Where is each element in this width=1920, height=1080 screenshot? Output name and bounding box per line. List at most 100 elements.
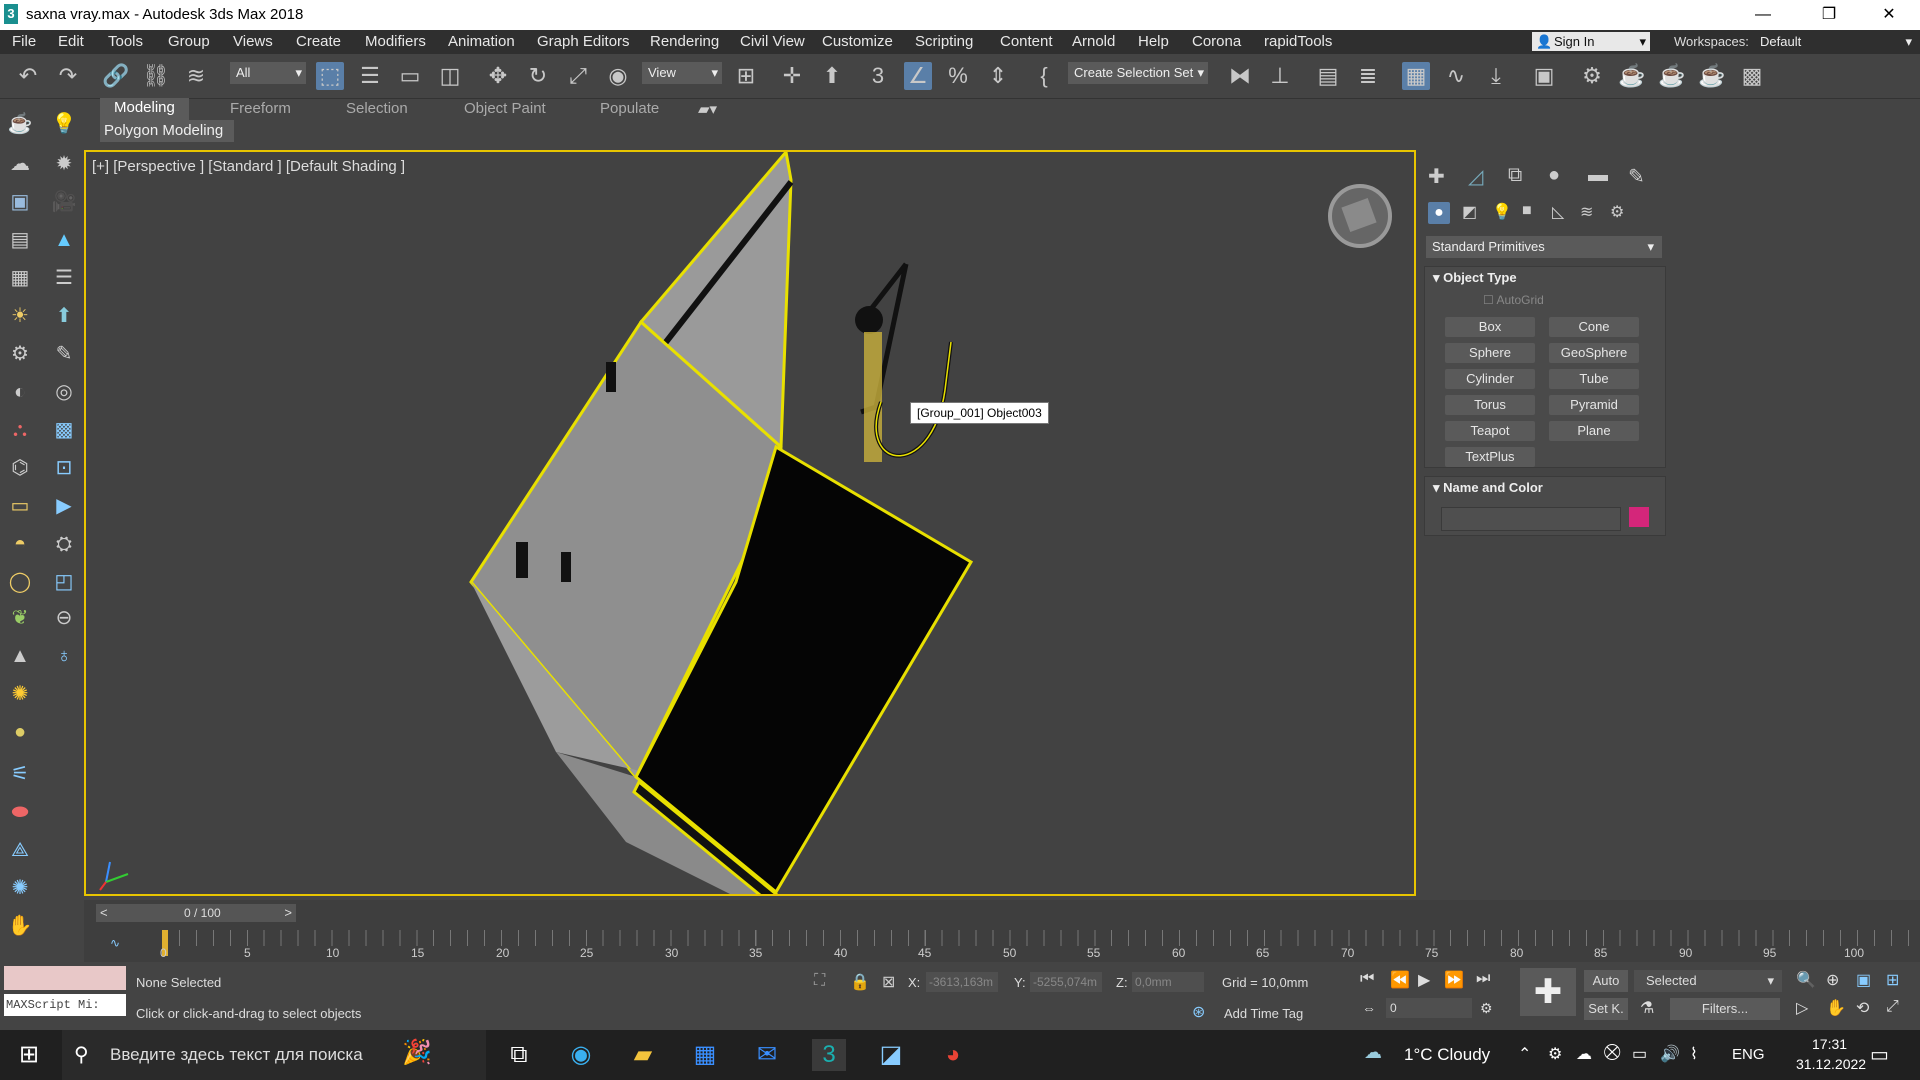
app-icon-blue[interactable]: ◪ (874, 1039, 908, 1071)
menu-tools[interactable]: Tools (108, 33, 143, 50)
plant-icon[interactable]: ❦ (6, 604, 34, 632)
tab-object-paint[interactable]: Object Paint (464, 100, 546, 117)
tube-button[interactable]: Tube (1549, 369, 1639, 389)
window-icon[interactable]: ▭ (6, 492, 34, 520)
sun-icon[interactable]: ✹ (50, 150, 78, 178)
curve-toggle-icon[interactable]: ∿ (110, 936, 120, 950)
sign-in-dropdown[interactable]: 👤 Sign In ▾ (1532, 32, 1650, 51)
rendered-frame-window-icon[interactable]: ☕ (1618, 62, 1646, 90)
teapot-icon[interactable]: ☕ (6, 110, 34, 138)
clock-date[interactable]: 31.12.2022 (1796, 1056, 1866, 1072)
image-icon[interactable]: ▣ (6, 188, 34, 216)
modify-tab-icon[interactable]: ◿ (1468, 164, 1483, 189)
cone-icon[interactable]: ▲ (6, 642, 34, 670)
render-iterative-icon[interactable]: ☕ (1698, 62, 1726, 90)
render-setup-icon[interactable]: ⚙ (1578, 62, 1606, 90)
task-view-icon[interactable]: ⧉ (502, 1039, 536, 1071)
pivot-center-icon[interactable]: ⊞ (732, 62, 760, 90)
selection-filter-dropdown[interactable]: All ▾ (230, 62, 306, 84)
scale-icon[interactable]: ⤢ (564, 62, 592, 90)
table-icon[interactable]: ▦ (6, 264, 34, 292)
auto-key-button[interactable]: Auto (1584, 970, 1628, 992)
language-indicator[interactable]: ENG (1732, 1046, 1765, 1063)
angle-snap-icon[interactable]: ∠ (904, 62, 932, 90)
lock-icon[interactable]: 🔒 (850, 972, 870, 992)
motion-tab-icon[interactable]: ● (1548, 164, 1560, 187)
schematic-view-icon[interactable]: ⤓ (1482, 62, 1510, 90)
tray-cloud-icon[interactable]: ☁ (1576, 1044, 1592, 1064)
menu-arnold[interactable]: Arnold (1072, 33, 1115, 50)
pyramid-button[interactable]: Pyramid (1549, 395, 1639, 415)
menu-file[interactable]: File (12, 33, 36, 50)
spinner-snap-icon[interactable]: ⇕ (984, 62, 1012, 90)
mirror-icon[interactable]: ⧓ (1226, 62, 1254, 90)
tab-populate[interactable]: Populate (600, 100, 659, 117)
zoom-extents-all-icon[interactable]: ⊞ (1886, 970, 1899, 990)
absolute-mode-icon[interactable]: ⊠ (882, 972, 895, 992)
key-filters-icon[interactable]: ⚗ (1640, 998, 1654, 1018)
weather-text[interactable]: 1°C Cloudy (1404, 1045, 1490, 1065)
chrome-icon[interactable]: ◕ (936, 1039, 970, 1071)
paint-icon[interactable]: ✎ (50, 340, 78, 368)
ufo-icon[interactable]: ⊖ (50, 604, 78, 632)
time-slider-next[interactable]: > (284, 905, 292, 920)
curve-editor-icon[interactable]: ∿ (1442, 62, 1470, 90)
light-icon[interactable]: 💡 (50, 110, 78, 138)
hierarchy-tab-icon[interactable]: ⧉ (1508, 164, 1522, 187)
track-bar[interactable] (162, 930, 1920, 946)
move-icon[interactable]: ✥ (484, 62, 512, 90)
mail-icon[interactable]: ✉ (750, 1039, 784, 1071)
tab-modeling[interactable]: Modeling (100, 98, 189, 120)
cone-button[interactable]: Cone (1549, 317, 1639, 337)
add-time-tag[interactable]: Add Time Tag (1224, 1006, 1303, 1021)
play-icon[interactable]: ▶ (1418, 970, 1430, 990)
bulb-icon[interactable]: ♁ (50, 642, 78, 670)
time-slider[interactable]: < 0 / 100 > (96, 904, 296, 922)
workspaces-dropdown[interactable]: Default ▾ (1756, 32, 1916, 51)
name-and-color-header[interactable]: ▾ Name and Color (1433, 477, 1668, 499)
shapes-category-icon[interactable]: ◩ (1462, 202, 1477, 222)
create-tab-icon[interactable]: ✚ (1428, 164, 1445, 189)
battery-icon[interactable]: ▭ (1632, 1044, 1647, 1064)
object-color-swatch[interactable] (1629, 507, 1649, 527)
pan-icon[interactable]: ✋ (1826, 998, 1846, 1018)
cameras-category-icon[interactable]: ■ (1522, 202, 1532, 220)
current-frame-field[interactable]: 0 (1386, 998, 1472, 1018)
layers-icon[interactable]: ≣ (1354, 62, 1382, 90)
cloud-icon[interactable]: ☁ (6, 150, 34, 178)
spacewarps-category-icon[interactable]: ≋ (1580, 202, 1593, 222)
tray-device-icon[interactable]: ⚙ (1548, 1044, 1562, 1064)
menu-corona[interactable]: Corona (1192, 33, 1241, 50)
category-dropdown[interactable]: Standard Primitives ▾ (1426, 236, 1662, 258)
menu-group[interactable]: Group (168, 33, 210, 50)
wifi-icon[interactable]: ⌇ (1690, 1044, 1698, 1064)
pyramid-icon[interactable]: ⟁ (6, 836, 34, 864)
close-button[interactable]: ✕ (1866, 0, 1912, 30)
menu-edit[interactable]: Edit (58, 33, 84, 50)
pill-icon[interactable]: ⬬ (6, 798, 34, 826)
menu-rendering[interactable]: Rendering (650, 33, 719, 50)
redo-icon[interactable]: ↷ (54, 62, 82, 90)
dome-icon[interactable]: ◓ (6, 530, 34, 558)
object-name-input[interactable] (1441, 507, 1621, 531)
hair-icon[interactable]: ⚟ (6, 760, 34, 788)
utilities-tab-icon[interactable]: ✎ (1628, 164, 1645, 189)
menu-animation[interactable]: Animation (448, 33, 515, 50)
weather-icon[interactable]: ☁ (1364, 1042, 1382, 1063)
layer-explorer-icon[interactable]: ▤ (1314, 62, 1342, 90)
plugin-icon[interactable]: ⌬ (6, 454, 34, 482)
cylinder-button[interactable]: Cylinder (1445, 369, 1535, 389)
systems-category-icon[interactable]: ⚙ (1610, 202, 1624, 222)
keyboard-shortcut-icon[interactable]: ⬆ (818, 62, 846, 90)
link-icon[interactable]: 🔗 (102, 62, 130, 90)
show-hidden-icons-icon[interactable]: ⌃ (1518, 1044, 1531, 1064)
time-slider-prev[interactable]: < (100, 905, 108, 920)
box-button[interactable]: Box (1445, 317, 1535, 337)
edit-named-selection-icon[interactable]: { (1030, 62, 1058, 90)
y-coordinate-field[interactable]: -5255,074m (1030, 972, 1102, 992)
maximize-button[interactable]: ❐ (1806, 0, 1852, 30)
windows-start-icon[interactable]: ⊞ (12, 1039, 46, 1071)
camera-icon[interactable]: 🎥 (50, 188, 78, 216)
render-production-icon[interactable]: ☕ (1658, 62, 1686, 90)
go-to-end-icon[interactable]: ⏭ (1476, 970, 1490, 988)
